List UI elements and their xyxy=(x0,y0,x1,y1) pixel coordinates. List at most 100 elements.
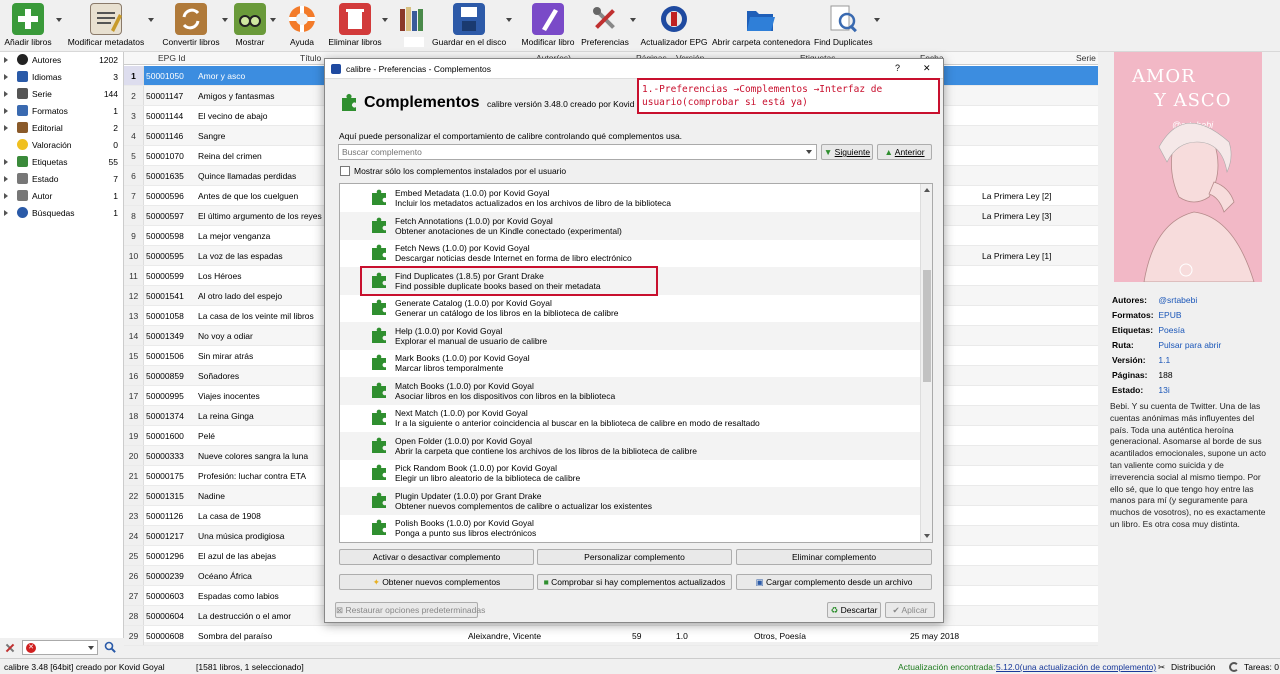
get-new-plugins-button[interactable]: ✦ Obtener nuevos complementos xyxy=(339,574,534,590)
plugin-list[interactable]: Embed Metadata (1.0.0) por Kovid Goyal In… xyxy=(339,183,933,543)
tag-item-editorial[interactable]: Editorial 2 xyxy=(0,120,122,137)
col-title[interactable]: Título xyxy=(300,53,321,63)
discard-label: Descartar xyxy=(840,605,878,615)
book-cover[interactable]: AMOR Y ASCO @srtabebi xyxy=(1114,52,1262,282)
tag-item-idiomas[interactable]: Idiomas 3 xyxy=(0,69,122,86)
tag-item-serie[interactable]: Serie 144 xyxy=(0,86,122,103)
plugin-name: Embed Metadata (1.0.0) por Kovid Goyal xyxy=(395,188,550,198)
convert-books-button[interactable]: Convertir libros xyxy=(160,0,222,52)
view-button[interactable]: Mostrar xyxy=(230,0,270,52)
next-button[interactable]: ▼ Siguiente xyxy=(821,144,873,160)
plugin-name: Help (1.0.0) por Kovid Goyal xyxy=(395,325,503,336)
remove-books-dropdown[interactable] xyxy=(382,0,388,52)
find-icon[interactable] xyxy=(104,641,117,654)
scroll-up-icon[interactable] xyxy=(924,188,930,192)
plugin-search-box[interactable] xyxy=(338,144,817,160)
chevron-down-icon[interactable] xyxy=(806,150,812,154)
tag-item-busquedas[interactable]: Búsquedas 1 xyxy=(0,205,122,222)
convert-books-label: Convertir libros xyxy=(162,37,220,47)
save-to-disk-label: Guardar en el disco xyxy=(432,37,507,47)
book-epg-id: 50000995 xyxy=(146,391,184,401)
tag-item-autores[interactable]: Autores 1202 xyxy=(0,52,122,69)
tag-item-valoracion[interactable]: Valoración 0 xyxy=(0,137,122,154)
tag-item-formatos[interactable]: Formatos 1 xyxy=(0,103,122,120)
meta-formats-value[interactable]: EPUB xyxy=(1158,310,1181,320)
load-from-file-button[interactable]: ▣ Cargar complemento desde un archivo xyxy=(736,574,932,590)
save-dropdown[interactable] xyxy=(506,0,512,52)
book-row[interactable]: 29 50000608 Sombra del paraíso Aleixandre, … xyxy=(124,626,1098,646)
plugin-item[interactable]: Match Books (1.0.0) por Kovid Goyal Asoci… xyxy=(340,376,920,405)
plugin-item[interactable]: Open Folder (1.0.0) por Kovid Goyal Abrir… xyxy=(340,431,920,460)
help-button[interactable]: Ayuda xyxy=(282,0,322,52)
meta-authors-value[interactable]: @srtabebi xyxy=(1158,295,1197,305)
plugin-item[interactable]: Generate Catalog (1.0.0) por Kovid Goyal… xyxy=(340,294,920,322)
tag-filter-combo[interactable]: ✕ xyxy=(22,640,98,655)
clear-icon[interactable]: ✕ xyxy=(26,643,36,653)
plugin-item[interactable]: Pick Random Book (1.0.0) por Kovid Goyal… xyxy=(340,459,920,487)
tag-item-autor[interactable]: Autor 1 xyxy=(0,188,122,205)
plugin-item[interactable]: Polish Books (1.0.0) por Kovid Goyal Pong… xyxy=(340,514,920,542)
plugin-item[interactable]: Fetch Annotations (1.0.0) por Kovid Goya… xyxy=(340,211,920,240)
edit-book-button[interactable]: Modificar libro xyxy=(518,0,578,52)
edit-metadata-dropdown[interactable] xyxy=(148,0,154,52)
apply-button[interactable]: ✔ Aplicar xyxy=(885,602,935,618)
discard-button[interactable]: ♻ Descartar xyxy=(827,602,881,618)
check-updates-button[interactable]: ■ Comprobar si hay complementos actualiz… xyxy=(537,574,732,590)
meta-tags-value[interactable]: Poesía xyxy=(1158,325,1184,335)
previous-button[interactable]: ▲ Anterior xyxy=(877,144,932,160)
book-title: Océano África xyxy=(198,571,252,581)
row-number: 11 xyxy=(124,266,144,285)
row-number: 1 xyxy=(124,66,144,85)
book-title: Quince llamadas perdidas xyxy=(198,171,297,181)
meta-path-link[interactable]: Pulsar para abrir xyxy=(1158,340,1221,350)
find-duplicates-dropdown[interactable] xyxy=(874,0,880,52)
tag-item-estado[interactable]: Estado 7 xyxy=(0,171,122,188)
open-folder-button[interactable]: Abrir carpeta contenedora xyxy=(712,0,810,52)
customize-plugin-button[interactable]: Personalizar complemento xyxy=(537,549,732,565)
meta-label: Estado: xyxy=(1112,385,1144,395)
plugin-item[interactable]: Plugin Updater (1.0.0) por Grant Drake Ob… xyxy=(340,486,920,515)
col-series[interactable]: Serie xyxy=(1076,53,1096,63)
status-tasks[interactable]: Tareas: 0 xyxy=(1244,662,1279,672)
plugin-item[interactable]: Next Match (1.0.0) por Kovid Goyal Ir a l… xyxy=(340,404,920,432)
plugin-description: Ponga a punto sus libros electrónicos xyxy=(395,528,537,538)
plugin-name: Mark Books (1.0.0) por Kovid Goyal xyxy=(395,353,530,363)
edit-metadata-button[interactable]: Modificar metadatos xyxy=(66,0,146,52)
col-epg[interactable]: EPG Id xyxy=(158,53,185,63)
scroll-thumb[interactable] xyxy=(923,270,931,382)
status-distribution[interactable]: Distribución xyxy=(1171,662,1215,672)
preferences-dropdown[interactable] xyxy=(630,0,636,52)
preferences-button[interactable]: Preferencias xyxy=(580,0,630,52)
plugin-item[interactable]: Help (1.0.0) por Kovid Goyal Explorar el … xyxy=(340,321,920,350)
add-books-dropdown[interactable] xyxy=(56,0,62,52)
convert-dropdown[interactable] xyxy=(222,0,228,52)
add-books-button[interactable]: Añadir libros xyxy=(2,0,54,52)
plugin-list-scrollbar[interactable] xyxy=(920,184,932,542)
tag-item-etiquetas[interactable]: Etiquetas 55 xyxy=(0,154,122,171)
plugin-item[interactable]: Embed Metadata (1.0.0) por Kovid Goyal In… xyxy=(340,184,920,212)
scroll-down-icon[interactable] xyxy=(924,534,930,538)
plugin-item[interactable]: Mark Books (1.0.0) por Kovid Goyal Marcar… xyxy=(340,349,920,377)
plugin-name: Match Books (1.0.0) por Kovid Goyal xyxy=(395,380,534,391)
view-dropdown[interactable] xyxy=(270,0,276,52)
restore-defaults-button[interactable]: ⊠ Restaurar opciones predeterminadas xyxy=(335,602,485,618)
dialog-titlebar[interactable]: calibre - Preferencias - Complementos ? … xyxy=(325,59,943,79)
find-duplicates-button[interactable]: Find Duplicates xyxy=(814,0,873,52)
meta-status-value[interactable]: 13i xyxy=(1158,385,1169,395)
plugin-item[interactable]: Fetch News (1.0.0) por Kovid Goyal Descar… xyxy=(340,239,920,267)
library-button[interactable] xyxy=(394,0,430,52)
remove-books-button[interactable]: Eliminar libros xyxy=(328,0,382,52)
remove-plugin-button[interactable]: Eliminar complemento xyxy=(736,549,932,565)
meta-version-value[interactable]: 1.1 xyxy=(1158,355,1170,365)
toggle-plugin-button[interactable]: Activar o desactivar complemento xyxy=(339,549,534,565)
user-only-checkbox[interactable] xyxy=(340,166,350,176)
dialog-help-button[interactable]: ? xyxy=(895,63,900,73)
epg-updater-button[interactable]: Actualizador EPG xyxy=(640,0,708,52)
status-update-link[interactable]: 5.12.0(una actualización de complemento) xyxy=(996,662,1156,672)
dialog-close-button[interactable]: ✕ xyxy=(923,63,931,74)
save-to-disk-button[interactable]: Guardar en el disco xyxy=(432,0,506,52)
user-only-label[interactable]: Mostrar sólo los complementos instalados… xyxy=(354,166,566,176)
plugin-search-input[interactable] xyxy=(339,145,801,159)
book-epg-id: 50001050 xyxy=(146,71,184,81)
configure-icon[interactable] xyxy=(4,642,16,654)
